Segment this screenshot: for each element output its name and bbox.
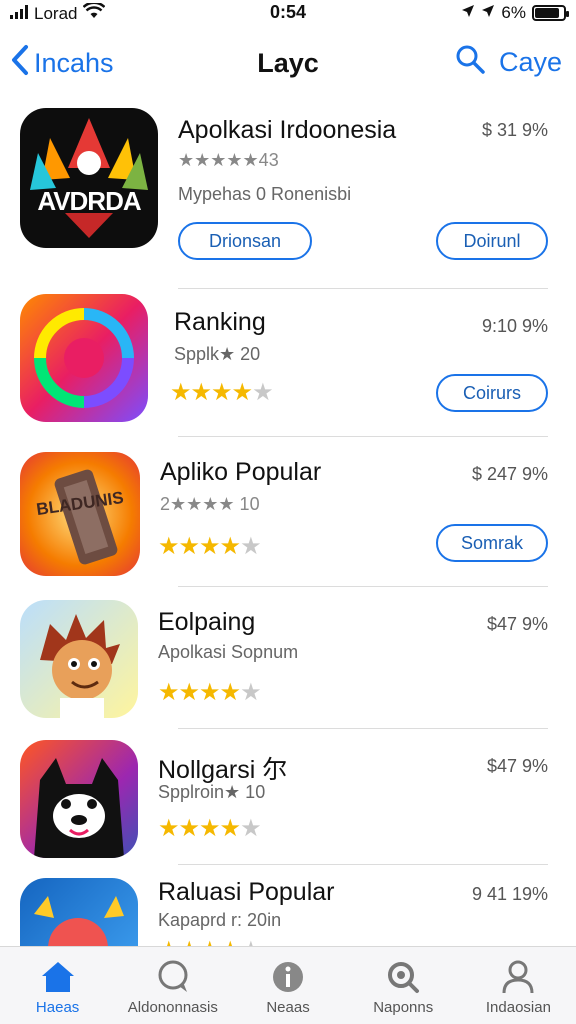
divider — [178, 864, 548, 865]
home-icon — [38, 959, 78, 995]
app-name: Eolpaing — [158, 608, 256, 636]
chat-icon — [153, 959, 193, 995]
location-icon-2 — [481, 3, 495, 23]
app-name: Raluasi Popular — [158, 878, 335, 906]
status-bar: Lorad 0:54 6% — [0, 0, 576, 28]
list-item[interactable]: Nollgarsi 尔 $47 9% Spplroin★ 10 ★★★★★ — [0, 740, 576, 870]
person-icon — [498, 959, 538, 995]
navigation-bar: Incahs Layc Caye — [0, 36, 576, 92]
get-button[interactable]: Coirurs — [436, 374, 548, 412]
nav-right: Caye — [455, 44, 562, 81]
star-rating: ★★★★★ — [158, 936, 262, 946]
open-button[interactable]: Drionsan — [178, 222, 312, 260]
star-filled: ★ — [158, 937, 179, 946]
tab-search[interactable]: Naponns — [346, 947, 461, 1024]
app-name: Apolkasi Irdoonesia — [178, 116, 397, 144]
star-empty: ★ — [240, 533, 261, 560]
star-filled: ★ — [199, 533, 220, 560]
tab-label: Naponns — [373, 999, 434, 1016]
star-filled: ★ — [178, 679, 200, 706]
app-name: Apliko Popular — [160, 458, 322, 486]
list-item[interactable]: Ranking 9:10 9% Spplk★ 20 ★★★★★ Coirurs — [0, 294, 576, 434]
info-icon — [268, 959, 308, 995]
search-icon[interactable] — [455, 44, 485, 81]
dog-app-icon — [20, 740, 138, 858]
star-filled: ★ — [178, 533, 200, 560]
star-filled: ★ — [158, 533, 179, 560]
app-price: $ 247 9% — [471, 464, 548, 484]
divider — [178, 288, 548, 289]
battery-percent: 6% — [501, 3, 526, 22]
app-subtitle: Mypehas 0 Ronenisbi — [178, 184, 352, 204]
app-subtitle: Apolkasi Sopnum — [158, 642, 299, 662]
list-item[interactable]: BLADUNIS Apliko Popular $ 247 9% 2★★★★ 1… — [0, 452, 576, 582]
star-empty: ★ — [240, 679, 261, 706]
star-empty: ★ — [252, 379, 273, 406]
star-filled: ★ — [219, 815, 241, 842]
swirl-app-icon — [20, 294, 148, 422]
app-price: $ 31 9% — [481, 120, 548, 140]
bladunis-game-icon: BLADUNIS — [20, 452, 140, 576]
star-rating: ★★★★★ — [158, 814, 262, 843]
app-rating-text: Spplk★ 20 — [174, 344, 261, 364]
tab-label: Haeas — [35, 999, 80, 1016]
star-filled: ★ — [170, 379, 191, 406]
app-price: 9:10 9% — [481, 316, 548, 336]
tab-label: Indaosian — [485, 999, 551, 1016]
get-button[interactable]: Doirunl — [436, 222, 548, 260]
star-filled: ★ — [199, 937, 220, 946]
app-price: $47 9% — [486, 614, 548, 634]
tab-chat[interactable]: Aldononnasis — [115, 947, 230, 1024]
star-filled: ★ — [158, 679, 179, 706]
search-icon — [383, 959, 423, 995]
tab-info[interactable]: Neaas — [230, 947, 345, 1024]
tab-home[interactable]: Haeas — [0, 947, 115, 1024]
tab-label: Neaas — [266, 999, 310, 1016]
avdrda-app-icon: AVDRDA — [20, 108, 158, 248]
star-filled: ★ — [199, 815, 220, 842]
divider — [178, 436, 548, 437]
nav-right-button[interactable]: Caye — [499, 47, 562, 78]
divider — [178, 586, 548, 587]
star-rating: ★★★★★ — [158, 678, 262, 707]
tab-profile[interactable]: Indaosian — [461, 947, 576, 1024]
star-rating: ★★★★★ — [170, 378, 274, 407]
star-filled: ★ — [178, 815, 200, 842]
status-right: 6% — [461, 3, 569, 23]
location-icon — [461, 3, 475, 23]
tab-label: Aldononnasis — [127, 999, 218, 1016]
divider — [178, 728, 548, 729]
star-empty: ★ — [240, 937, 261, 946]
app-rating-text: 2★★★★ 10 — [160, 494, 260, 514]
star-filled: ★ — [219, 533, 241, 560]
app-rating-text: Kapaprd r: 20in — [158, 910, 282, 930]
cartoon-character-icon — [20, 600, 138, 718]
star-filled: ★ — [158, 815, 179, 842]
app-icon-text: AVDRDA — [37, 186, 141, 216]
battery-icon — [532, 5, 569, 21]
star-filled: ★ — [190, 379, 212, 406]
star-filled: ★ — [231, 379, 253, 406]
app-name: Ranking — [174, 308, 266, 336]
star-filled: ★ — [179, 937, 200, 946]
tab-bar: Haeas Aldononnasis Neaas Naponns Indaosi… — [0, 946, 576, 1024]
app-name: Nollgarsi 尔 — [158, 756, 288, 784]
list-item[interactable]: Raluasi Popular 9 41 19% Kapaprd r: 20in… — [0, 876, 576, 946]
list-item[interactable]: Eolpaing $47 9% Apolkasi Sopnum ★★★★★ — [0, 600, 576, 730]
star-rating: ★★★★★ — [158, 532, 262, 561]
star-filled: ★ — [219, 679, 241, 706]
star-empty: ★ — [240, 815, 261, 842]
star-filled: ★ — [220, 937, 241, 946]
list-item[interactable]: AVDRDA Apolkasi Irdoonesia $ 31 9% ★★★★★… — [0, 108, 576, 288]
bird-app-icon — [20, 878, 138, 946]
app-price: 9 41 19% — [471, 884, 548, 904]
battery-fill — [535, 8, 559, 18]
app-rating-text: Spplroin★ 10 — [158, 782, 266, 802]
star-filled: ★ — [211, 379, 232, 406]
get-button[interactable]: Somrak — [436, 524, 548, 562]
app-price: $47 9% — [486, 756, 548, 776]
app-rating-text: ★★★★★43 — [178, 150, 279, 170]
star-filled: ★ — [199, 679, 220, 706]
